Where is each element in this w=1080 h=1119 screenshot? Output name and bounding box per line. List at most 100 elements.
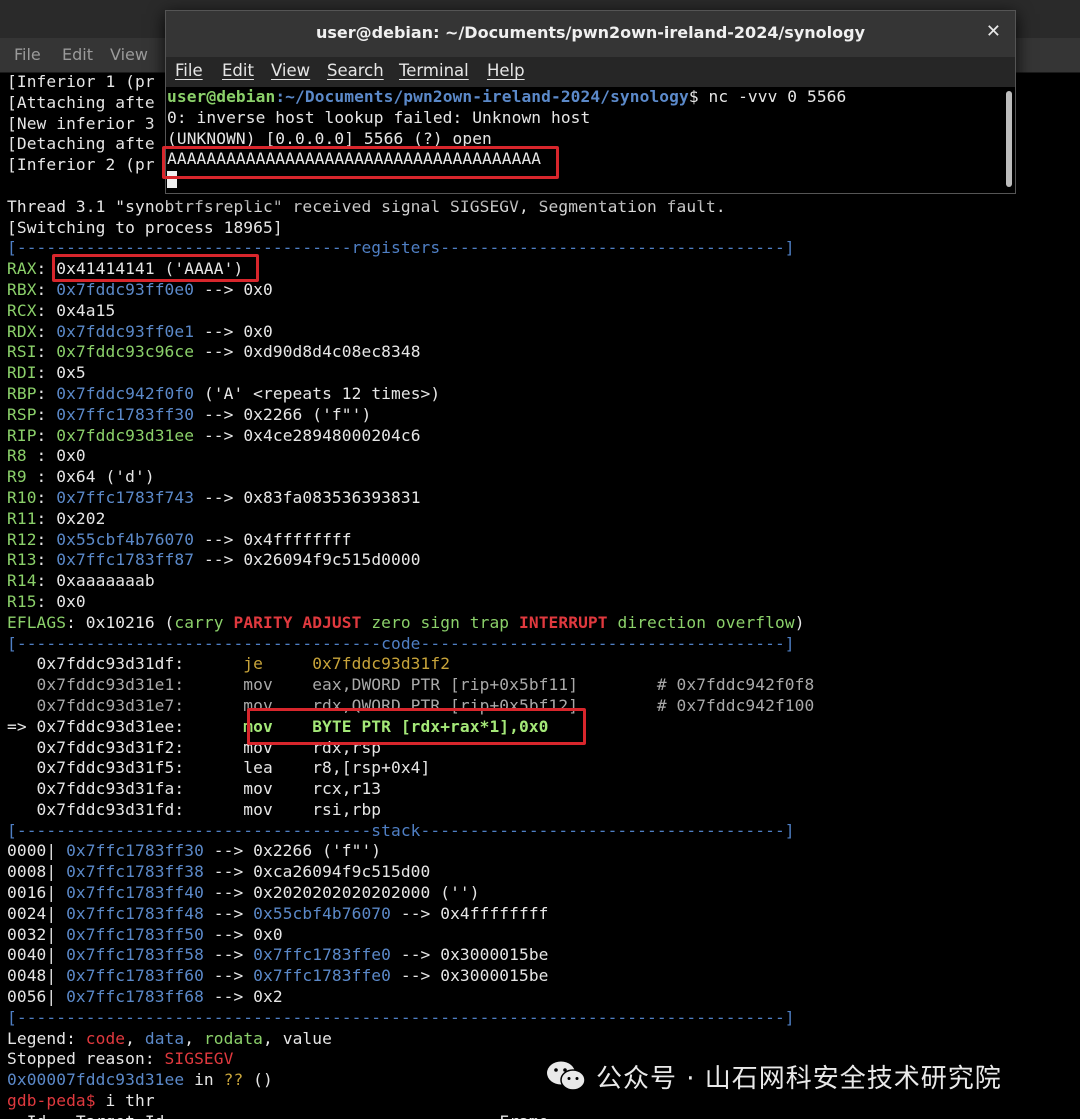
terminal-text: RAX [7,259,37,279]
terminal-text: R15 [7,591,37,611]
terminal-text: : 0x0 [36,591,86,611]
terminal-line: [------------------------------------sta… [7,821,1077,842]
terminal-line: Id Target Id Frame [7,1112,1077,1119]
menu-help[interactable]: Help [487,61,525,80]
terminal-text: R12 [7,529,37,549]
terminal-text: 0x7ffc1783f743 [56,487,195,507]
terminal-line: R8 : 0x0 [7,446,1077,467]
terminal-line: 0024| 0x7ffc1783ff48 --> 0x55cbf4b76070 … [7,904,1077,925]
terminal-text: [------------------------------------sta… [7,820,795,840]
terminal-text: 0032| [7,924,67,944]
terminal-text: 0x7fddc93d31df: [7,654,244,674]
terminal-text: 0x7fddc93d31fd: mov rsi,rbp [7,799,382,819]
gdb-menu-edit[interactable]: Edit [62,45,93,64]
terminal-line: RBX: 0x7fddc93ff0e0 --> 0x0 [7,280,1077,301]
terminal-text: 0x7fddc93ff0e1 [56,321,195,341]
terminal-text: ) [794,612,805,632]
terminal-text: 0040| [7,945,67,965]
terminal-text: 0x7ffc1783ff50 [66,924,204,944]
terminal-text: 0x7ffc1783ff30 [66,841,204,861]
terminal-text: RBP [7,383,37,403]
terminal-line: 0000| 0x7ffc1783ff30 --> 0x2266 ('f"') [7,841,1077,862]
terminal-line: 0x7fddc93d31fd: mov rsi,rbp [7,800,1077,821]
terminal-text: --> 0x3000015be [391,945,549,965]
gdb-terminal-output[interactable]: [Inferior 1 (pr [Attaching afte [New infer… [7,72,1077,1119]
terminal-text: --> 0x3000015be [391,966,549,986]
terminal-text: RDI [7,363,37,383]
terminal-text: 0x7fddc93c96ce [56,342,195,362]
terminal-line: EFLAGS: 0x10216 (carry PARITY ADJUST zer… [7,613,1077,634]
terminal-text: --> 0x2266 ('f"') [194,404,372,424]
terminal-text: 0x7fddc93d31ee [56,425,195,445]
terminal-text: --> 0x0 [194,279,273,299]
gdb-menu-file[interactable]: File [14,45,41,64]
terminal-line: Legend: code, data, rodata, value [7,1029,1077,1050]
terminal-text: [Attaching afte [7,92,155,112]
terminal-text: SIGSEGV [164,1049,234,1069]
terminal-text: R13 [7,550,37,570]
terminal-text: [Inferior 2 (pr [7,155,155,175]
terminal-text: RSI [7,342,37,362]
gdb-menu-view[interactable]: View [110,45,148,64]
prompt-user: user@debian [167,87,276,106]
terminal-line: Thread 3.1 "synobtrfsreplic" received si… [7,197,1077,218]
terminal-text: R10 [7,487,37,507]
scrollbar[interactable] [1006,91,1012,187]
terminal-line: R11: 0x202 [7,509,1077,530]
terminal-text: [Switching to process 18965] [7,217,283,237]
terminal-line: 0032| 0x7ffc1783ff50 --> 0x0 [7,925,1077,946]
menu-search[interactable]: Search [327,61,384,80]
terminal-text: 0x00007fddc93d31ee [7,1070,185,1090]
terminal-text: [---------------------------------------… [7,1007,795,1027]
menu-view[interactable]: View [271,61,310,80]
terminal-text: 0x7fddc93d31e1: mov eax,DWORD PTR [rip+0… [7,675,815,695]
terminal-text: 0x7ffc1783ff38 [66,862,204,882]
terminal-text: 0024| [7,903,67,923]
terminal-line: 0008| 0x7ffc1783ff38 --> 0xca26094f9c515… [7,862,1077,883]
terminal-text: 0x7ffc1783ff68 [66,987,204,1007]
terminal-text: --> [203,945,254,965]
terminal-line: RBP: 0x7fddc942f0f0 ('A' <repeats 12 tim… [7,384,1077,405]
terminal-text: 0x7ffc1783ff60 [66,966,204,986]
rax-highlight-box [52,254,259,282]
terminal-text: Legend: [7,1028,86,1048]
prompt-path: :~/Documents/pwn2own-ireland-2024/synolo… [275,87,689,106]
terminal-text: : 0x0 [36,446,86,466]
terminal-text: R14 [7,571,37,591]
crash-instruction-highlight-box [247,708,586,745]
netcat-window-titlebar[interactable]: user@debian: ~/Documents/pwn2own-ireland… [166,11,1015,57]
terminal-text: EFLAGS [7,612,67,632]
terminal-text: 0x7ffc1783ff30 [56,404,195,424]
terminal-text: INTERRUPT [519,612,618,632]
terminal-text: => 0x7fddc93d31ee: [7,716,244,736]
terminal-line: 0x7fddc93d31fa: mov rcx,r13 [7,779,1077,800]
terminal-text: 0x55cbf4b76070 [253,903,391,923]
terminal-text: : 0xaaaaaaab [36,571,155,591]
terminal-text: je 0x7fddc93d31f2 [243,654,451,674]
terminal-text: gdb-peda$ [7,1091,96,1111]
terminal-line: R13: 0x7ffc1783ff87 --> 0x26094f9c515d00… [7,550,1077,571]
terminal-line: [-------------------------------------co… [7,634,1077,655]
close-icon[interactable]: ✕ [986,21,1001,42]
terminal-line: R10: 0x7ffc1783f743 --> 0x83fa0835363938… [7,488,1077,509]
menu-file[interactable]: File [175,61,203,80]
terminal-text: 0x7fddc93d31f5: lea r8,[rsp+0x4] [7,758,431,778]
terminal-text: [Inferior 1 (pr [7,72,155,91]
netcat-terminal-window[interactable]: user@debian: ~/Documents/pwn2own-ireland… [162,10,1016,194]
terminal-text: : [36,383,57,403]
terminal-text: : 0x202 [36,508,106,528]
terminal-line: [Switching to process 18965] [7,218,1077,239]
terminal-text: Id Target Id Frame [7,1112,549,1119]
window-title: user@debian: ~/Documents/pwn2own-ireland… [315,23,865,42]
menu-edit[interactable]: Edit [222,61,254,80]
terminal-text: 0x7ffc1783ffe0 [253,945,391,965]
terminal-text: : 0x64 ('d') [36,467,155,487]
terminal-text: : [36,342,57,362]
terminal-text: Thread 3.1 "synobtrfsreplic" received si… [7,196,726,216]
terminal-line: R15: 0x0 [7,592,1077,613]
terminal-text: : 0x4a15 [36,300,116,320]
terminal-text: --> 0x4ffffffff [194,529,352,549]
menu-terminal[interactable]: Terminal [399,61,469,80]
terminal-text: --> 0x4ffffffff [391,903,549,923]
terminal-text: --> 0xd90d8d4c08ec8348 [194,342,421,362]
